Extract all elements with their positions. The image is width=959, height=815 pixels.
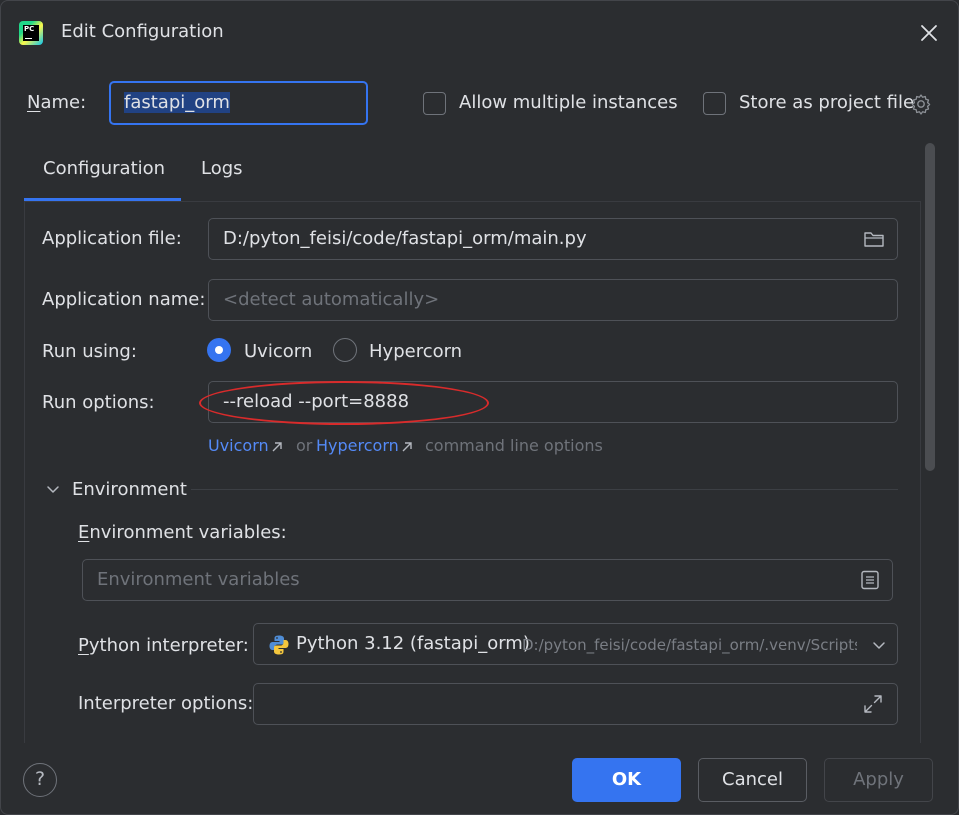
environment-variables-field[interactable]: Environment variables <box>82 559 893 601</box>
tab-configuration[interactable]: Configuration <box>24 141 181 201</box>
application-name-placeholder: <detect automatically> <box>223 289 440 310</box>
python-interpreter-label: Python interpreter: <box>78 635 249 656</box>
pycharm-logo-icon: PC <box>19 21 43 45</box>
apply-button[interactable]: Apply <box>824 758 933 802</box>
name-input-value: fastapi_orm <box>124 92 230 113</box>
allow-multiple-instances-label: Allow multiple instances <box>459 92 678 113</box>
allow-multiple-instances-checkbox[interactable] <box>423 92 446 115</box>
run-options-label: Run options: <box>42 392 155 413</box>
section-divider <box>191 489 898 490</box>
external-link-icon <box>272 442 282 452</box>
interpreter-options-label: Interpreter options: <box>78 693 254 714</box>
application-file-value: D:/pyton_feisi/code/fastapi_orm/main.py <box>223 228 587 249</box>
chevron-down-icon[interactable] <box>45 481 61 497</box>
ok-button[interactable]: OK <box>572 758 681 802</box>
help-icon: ? <box>34 768 46 790</box>
hypercorn-radio-label: Hypercorn <box>369 341 463 362</box>
run-using-label: Run using: <box>42 341 137 362</box>
python-icon <box>269 635 289 655</box>
python-interpreter-select[interactable]: Python 3.12 (fastapi_orm) D:/pyton_feisi… <box>253 623 898 665</box>
tab-logs-label: Logs <box>201 158 243 179</box>
chevron-down-icon <box>873 642 885 649</box>
uvicorn-docs-link[interactable]: Uvicorn <box>208 436 269 455</box>
tab-logs[interactable]: Logs <box>201 141 261 201</box>
uvicorn-radio-label: Uvicorn <box>244 341 313 362</box>
tab-configuration-label: Configuration <box>43 158 166 179</box>
edit-configuration-dialog: PC Edit Configuration Name: fastapi_orm … <box>0 0 959 815</box>
environment-variables-placeholder: Environment variables <box>97 569 300 590</box>
application-file-field[interactable]: D:/pyton_feisi/code/fastapi_orm/main.py <box>208 218 898 260</box>
edit-document-icon[interactable] <box>859 569 881 591</box>
title-bar: PC Edit Configuration <box>1 1 958 65</box>
store-as-project-file-checkbox[interactable] <box>703 92 726 115</box>
command-line-options-text: command line options <box>425 436 603 455</box>
run-options-field[interactable]: --reload --port=8888 <box>208 381 898 423</box>
uvicorn-radio[interactable] <box>207 338 231 362</box>
or-text: or <box>296 436 313 455</box>
close-icon <box>921 25 937 41</box>
external-link-icon <box>402 442 412 452</box>
help-button[interactable]: ? <box>23 763 57 797</box>
interpreter-options-field[interactable] <box>253 683 898 725</box>
gear-icon[interactable] <box>910 93 932 115</box>
application-name-field[interactable]: <detect automatically> <box>208 279 898 321</box>
dialog-title: Edit Configuration <box>61 21 224 42</box>
application-name-label: Application name: <box>42 289 206 310</box>
environment-section-toggle[interactable]: Environment <box>72 479 187 500</box>
vertical-scrollbar[interactable] <box>925 143 935 471</box>
name-label: Name: <box>27 92 87 113</box>
run-options-value: --reload --port=8888 <box>223 391 410 412</box>
environment-variables-label: Environment variables: <box>78 522 287 543</box>
python-interpreter-name: Python 3.12 (fastapi_orm) <box>296 633 530 654</box>
expand-icon[interactable] <box>862 693 884 715</box>
store-as-project-file-label: Store as project file <box>739 92 915 113</box>
cancel-button[interactable]: Cancel <box>698 758 807 802</box>
application-file-label: Application file: <box>42 228 182 249</box>
python-interpreter-path: D:/pyton_feisi/code/fastapi_orm/.venv/Sc… <box>522 636 857 654</box>
folder-icon[interactable] <box>863 228 885 250</box>
close-button[interactable] <box>915 19 943 47</box>
hypercorn-radio[interactable] <box>333 338 357 362</box>
name-input[interactable]: fastapi_orm <box>109 81 368 125</box>
hypercorn-docs-link[interactable]: Hypercorn <box>316 436 399 455</box>
